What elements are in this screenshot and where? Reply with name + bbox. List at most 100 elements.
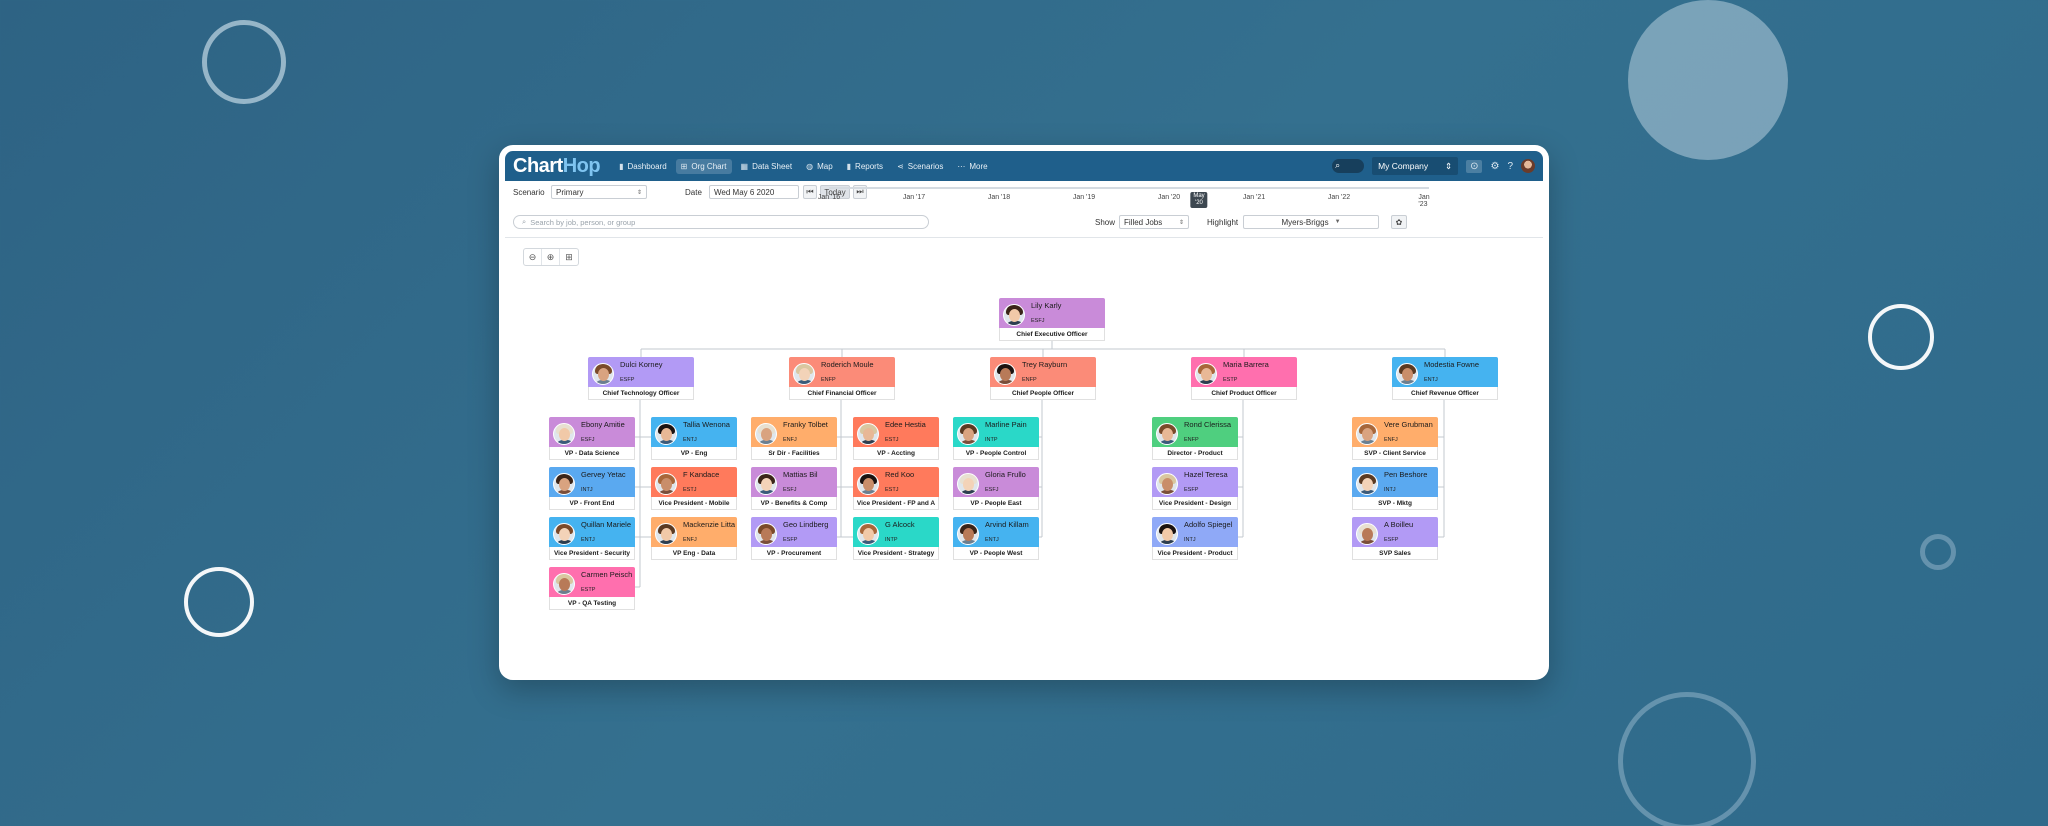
avatar (1356, 523, 1378, 545)
personality-type: INTJ (1384, 487, 1396, 493)
avatar (655, 423, 677, 445)
org-card[interactable]: A Boilleu ESFP SVP Sales (1352, 517, 1438, 560)
org-card[interactable]: Maria Barrera ESTP Chief Product Officer (1191, 357, 1297, 400)
personality-type: ESTJ (885, 487, 899, 493)
job-title: Sr Dir - Facilities (751, 447, 837, 460)
person-name: Mattias Bil (783, 470, 818, 479)
personality-type: INTP (985, 437, 998, 443)
person-name: Dulci Korney (620, 360, 663, 369)
avatar (793, 363, 815, 385)
job-title: SVP - Client Service (1352, 447, 1438, 460)
job-title: Vice President - Security (549, 547, 635, 560)
job-title: VP - Benefits & Comp (751, 497, 837, 510)
decor-circle (202, 20, 286, 104)
org-card[interactable]: Franky Tolbet ENFJ Sr Dir - Facilities (751, 417, 837, 460)
personality-type: ESFJ (985, 487, 999, 493)
decor-circle (1920, 534, 1956, 570)
job-title: Chief Technology Officer (588, 387, 694, 400)
personality-type: ESTP (581, 587, 596, 593)
org-card[interactable]: Marline Pain INTP VP - People Control (953, 417, 1039, 460)
job-title: Vice President - Product (1152, 547, 1238, 560)
personality-type: ESFP (783, 537, 798, 543)
org-card[interactable]: Modestia Fowne ENTJ Chief Revenue Office… (1392, 357, 1498, 400)
person-name: G Alcock (885, 520, 915, 529)
org-card[interactable]: Red Koo ESTJ Vice President - FP and A (853, 467, 939, 510)
avatar (755, 473, 777, 495)
avatar (857, 473, 879, 495)
org-card[interactable]: Lily Karly ESFJ Chief Executive Officer (999, 298, 1105, 341)
job-title: Vice President - FP and A (853, 497, 939, 510)
personality-type: ENFP (821, 377, 836, 383)
job-title: VP - QA Testing (549, 597, 635, 610)
avatar (1356, 423, 1378, 445)
job-title: SVP Sales (1352, 547, 1438, 560)
decor-circle (1868, 304, 1934, 370)
org-card[interactable]: Vere Grubman ENFJ SVP - Client Service (1352, 417, 1438, 460)
personality-type: ESFP (1384, 537, 1399, 543)
person-name: F Kandace (683, 470, 720, 479)
org-card[interactable]: Quillan Mariele ENTJ Vice President - Se… (549, 517, 635, 560)
org-card[interactable]: Roderich Moule ENFP Chief Financial Offi… (789, 357, 895, 400)
job-title: Chief Product Officer (1191, 387, 1297, 400)
org-card[interactable]: Trey Rayburn ENFP Chief People Officer (990, 357, 1096, 400)
person-name: Adolfo Spiegel (1184, 520, 1233, 529)
avatar (1156, 473, 1178, 495)
personality-type: ESTP (1223, 377, 1238, 383)
personality-type: INTJ (1184, 537, 1196, 543)
avatar (1156, 423, 1178, 445)
org-card[interactable]: Gloria Frullo ESFJ VP - People East (953, 467, 1039, 510)
person-name: Tallia Wenona (683, 420, 730, 429)
avatar (957, 473, 979, 495)
person-name: Ebony Amitie (581, 420, 625, 429)
avatar (1003, 304, 1025, 326)
person-name: Modestia Fowne (1424, 360, 1480, 369)
org-card[interactable]: Mattias Bil ESFJ VP - Benefits & Comp (751, 467, 837, 510)
personality-type: ESFJ (783, 487, 797, 493)
org-card[interactable]: Geo Lindberg ESFP VP - Procurement (751, 517, 837, 560)
org-card[interactable]: Pen Beshore INTJ SVP - Mktg (1352, 467, 1438, 510)
job-title: SVP - Mktg (1352, 497, 1438, 510)
org-card[interactable]: Mackenzie Litta ENFJ VP Eng - Data (651, 517, 737, 560)
job-title: VP - Data Science (549, 447, 635, 460)
avatar (553, 523, 575, 545)
person-name: Red Koo (885, 470, 915, 479)
job-title: VP - Accting (853, 447, 939, 460)
org-card[interactable]: F Kandace ESTJ Vice President - Mobile (651, 467, 737, 510)
org-card[interactable]: Hazel Teresa ESFP Vice President - Desig… (1152, 467, 1238, 510)
person-name: Gloria Frullo (985, 470, 1026, 479)
job-title: Vice President - Strategy (853, 547, 939, 560)
person-name: Arvind Killam (985, 520, 1029, 529)
avatar (553, 473, 575, 495)
avatar (553, 573, 575, 595)
personality-type: ESFJ (1031, 318, 1045, 324)
job-title: Vice President - Design (1152, 497, 1238, 510)
personality-type: INTJ (581, 487, 593, 493)
org-card[interactable]: Adolfo Spiegel INTJ Vice President - Pro… (1152, 517, 1238, 560)
personality-type: ESTJ (885, 437, 899, 443)
decor-circle (1618, 692, 1756, 826)
person-name: Rond Clerissa (1184, 420, 1232, 429)
org-card[interactable]: Carmen Peisch ESTP VP - QA Testing (549, 567, 635, 610)
avatar (592, 363, 614, 385)
org-card[interactable]: Rond Clerissa ENFP Director - Product (1152, 417, 1238, 460)
person-name: Franky Tolbet (783, 420, 828, 429)
org-card[interactable]: Dulci Korney ESFP Chief Technology Offic… (588, 357, 694, 400)
person-name: Trey Rayburn (1022, 360, 1068, 369)
person-name: Hazel Teresa (1184, 470, 1228, 479)
org-card[interactable]: Tallia Wenona ENTJ VP - Eng (651, 417, 737, 460)
org-card[interactable]: Gervey Yetac INTJ VP - Front End (549, 467, 635, 510)
org-card[interactable]: Edee Hestia ESTJ VP - Accting (853, 417, 939, 460)
job-title: Chief People Officer (990, 387, 1096, 400)
org-card[interactable]: Arvind Killam ENTJ VP - People West (953, 517, 1039, 560)
job-title: VP - People Control (953, 447, 1039, 460)
decor-circle (1628, 0, 1788, 160)
org-card[interactable]: Ebony Amitie ESFJ VP - Data Science (549, 417, 635, 460)
person-name: Roderich Moule (821, 360, 874, 369)
org-card[interactable]: G Alcock INTP Vice President - Strategy (853, 517, 939, 560)
person-name: Gervey Yetac (581, 470, 626, 479)
avatar (1396, 363, 1418, 385)
decor-circle (184, 567, 254, 637)
avatar (957, 423, 979, 445)
person-name: Quillan Mariele (581, 520, 632, 529)
avatar (755, 423, 777, 445)
